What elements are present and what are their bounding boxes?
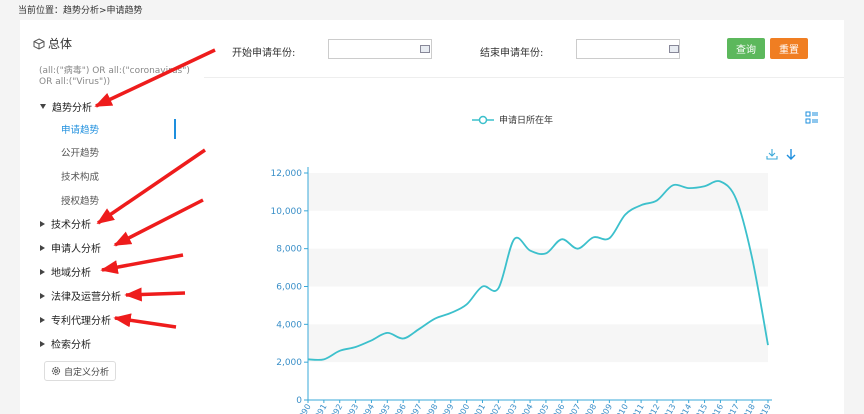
y-tick-label: 4,000: [276, 320, 302, 330]
x-tick-label: 2013: [660, 403, 678, 414]
sidebar: 总体 (all:("病毒") OR all:("coronavirus") OR…: [20, 20, 204, 414]
x-tick-label: 1994: [358, 403, 376, 414]
nav-group-label: 申请人分析: [51, 244, 101, 255]
legend-label: 申请日所在年: [499, 114, 553, 126]
nav-group-label: 地域分析: [51, 268, 91, 279]
y-tick-label: 12,000: [271, 169, 303, 179]
x-tick-label: 2019: [755, 403, 773, 414]
x-tick-label: 1998: [422, 403, 440, 414]
collapsed-caret-icon: [40, 340, 45, 347]
legend-marker-icon: [478, 115, 488, 125]
collapsed-caret-icon: [40, 244, 45, 251]
x-tick-label: 2000: [453, 403, 471, 414]
nav-group-search[interactable]: 检索分析: [40, 336, 91, 351]
y-tick-label: 6,000: [276, 283, 302, 293]
gear-icon: [51, 366, 61, 376]
main-area: 开始申请年份: 结束申请年份: 查询 重置 0 2,000 4,000 6,000 8,…: [204, 20, 844, 414]
query-button[interactable]: 查询: [727, 38, 765, 59]
x-tick-label: 2016: [707, 403, 725, 414]
active-indicator: [174, 119, 176, 139]
nav-group-trend[interactable]: 趋势分析: [40, 99, 92, 114]
x-tick-label: 1996: [390, 403, 408, 414]
x-tick-label: 2012: [644, 403, 662, 414]
x-tick-label: 2011: [628, 403, 646, 414]
grid-bands: [308, 173, 768, 363]
download-image-icon[interactable]: [766, 149, 778, 160]
custom-analysis-label: 自定义分析: [63, 367, 109, 378]
x-tick-label: 2002: [485, 403, 503, 414]
collapsed-caret-icon: [40, 292, 45, 299]
y-axis: 0 2,000 4,000 6,000 8,000 10,000 12,000: [271, 167, 309, 406]
sub-item-publication-trend[interactable]: 公开趋势: [61, 145, 99, 159]
end-year-input[interactable]: [576, 39, 680, 59]
breadcrumb: 当前位置：趋势分析>申请趋势: [18, 6, 143, 16]
list-view-icon[interactable]: [805, 111, 818, 124]
search-query: (all:("病毒") OR all:("coronavirus") OR al…: [39, 66, 190, 87]
x-tick-label: 2017: [723, 403, 741, 414]
nav-group-label: 趋势分析: [52, 103, 92, 114]
nav-group-region[interactable]: 地域分析: [40, 264, 91, 279]
x-tick-label: 1992: [326, 403, 344, 414]
x-tick-label: 1993: [342, 403, 360, 414]
content-panel: 总体 (all:("病毒") OR all:("coronavirus") OR…: [20, 20, 844, 414]
x-tick-label: 1999: [438, 403, 456, 414]
x-tick-label: 2006: [549, 403, 567, 414]
nav-group-label: 法律及运营分析: [51, 292, 121, 303]
sub-item-tech-composition[interactable]: 技术构成: [61, 169, 99, 183]
x-tick-label: 2018: [739, 403, 757, 414]
nav-group-legal[interactable]: 法律及运营分析: [40, 288, 121, 303]
x-tick-label: 2010: [612, 403, 630, 414]
x-tick-label: 2001: [469, 403, 487, 414]
x-tick-label: 2014: [675, 403, 693, 414]
x-tick-label: 2007: [564, 403, 582, 414]
download-icon[interactable]: [786, 149, 796, 160]
x-tick-label: 2004: [517, 403, 535, 414]
x-tick-label: 1991: [311, 403, 329, 414]
nav-group-label: 检索分析: [51, 340, 91, 351]
legend[interactable]: 申请日所在年: [472, 114, 553, 126]
start-year-label: 开始申请年份:: [232, 48, 296, 59]
calendar-icon[interactable]: [669, 45, 679, 53]
x-tick-label: 2009: [596, 403, 614, 414]
start-year-input[interactable]: [328, 39, 432, 59]
expanded-caret-icon: [40, 104, 46, 109]
grid-band: [308, 324, 768, 363]
y-tick-label: 2,000: [276, 358, 302, 368]
collapsed-caret-icon: [40, 220, 45, 227]
x-tick-label: 2015: [691, 403, 709, 414]
y-tick-label: 8,000: [276, 245, 302, 255]
sub-item-application-trend[interactable]: 申请趋势: [61, 122, 99, 136]
x-tick-label: 2008: [580, 403, 598, 414]
end-year-label: 结束申请年份:: [480, 48, 544, 59]
nav-group-agency[interactable]: 专利代理分析: [40, 312, 111, 327]
y-tick-label: 0: [296, 396, 302, 406]
sidebar-title[interactable]: 总体: [33, 35, 72, 52]
trend-chart: 02,0004,0006,0008,00010,00012,000 199019…: [271, 111, 818, 414]
nav-group-applicant[interactable]: 申请人分析: [40, 240, 101, 255]
sidebar-title-text: 总体: [48, 37, 73, 51]
box-icon: [33, 37, 45, 50]
x-tick-label: 1997: [406, 403, 424, 414]
collapsed-caret-icon: [40, 316, 45, 323]
collapsed-caret-icon: [40, 268, 45, 275]
x-tick-label: 2003: [501, 403, 519, 414]
nav-group-tech[interactable]: 技术分析: [40, 216, 91, 231]
x-tick-label: 1995: [374, 403, 392, 414]
y-tick-label: 10,000: [271, 207, 303, 217]
nav-group-label: 技术分析: [51, 220, 91, 231]
reset-button[interactable]: 重置: [770, 38, 808, 59]
custom-analysis-button[interactable]: 自定义分析: [44, 361, 116, 381]
x-tick-label: 2005: [533, 403, 551, 414]
x-axis: 1990199119921993199419951996199719981999…: [295, 399, 773, 414]
nav-group-label: 专利代理分析: [51, 316, 111, 327]
grid-band: [308, 173, 768, 211]
calendar-icon[interactable]: [420, 45, 430, 53]
sub-item-grant-trend[interactable]: 授权趋势: [61, 193, 99, 207]
